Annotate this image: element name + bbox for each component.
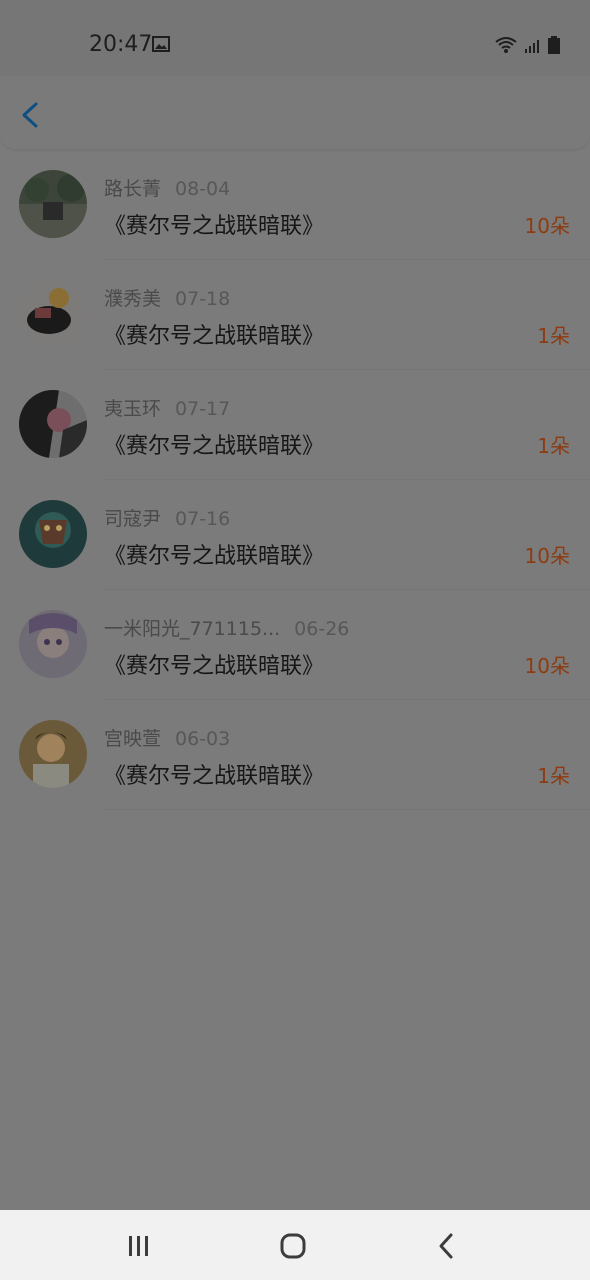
avatar <box>19 170 87 238</box>
item-title: 《赛尔号之战联暗联》 <box>104 214 325 239</box>
item-date: 06-03 <box>175 728 231 750</box>
avatar <box>19 390 87 458</box>
home-icon[interactable] <box>273 1226 313 1266</box>
item-title: 《赛尔号之战联暗联》 <box>104 544 325 569</box>
avatar <box>19 610 87 678</box>
divider <box>104 809 590 810</box>
item-meta: 司寇尹 07-16 <box>104 504 230 531</box>
item-amount: 1朵 <box>537 324 570 348</box>
battery-icon <box>548 36 560 54</box>
item-date: 07-17 <box>175 398 231 420</box>
status-time: 20:47 <box>89 32 153 57</box>
item-date: 07-18 <box>175 288 231 310</box>
gift-list: 路长菁 08-04 《赛尔号之战联暗联》 10朵 濮秀美 07-18 《赛尔号之战联… <box>0 150 590 810</box>
item-date: 06-26 <box>294 618 350 640</box>
item-meta: 夷玉环 07-17 <box>104 394 230 421</box>
signal-icon <box>525 40 539 53</box>
item-amount: 1朵 <box>537 764 570 788</box>
item-title: 《赛尔号之战联暗联》 <box>104 764 325 789</box>
item-amount: 1朵 <box>537 434 570 458</box>
item-meta: 宫映萱 06-03 <box>104 724 230 751</box>
item-meta: 一米阳光_771115... 06-26 <box>104 614 349 641</box>
list-item[interactable]: 一米阳光_771115... 06-26 《赛尔号之战联暗联》 10朵 <box>0 590 590 700</box>
sender-name: 夷玉环 <box>104 398 162 420</box>
wifi-icon <box>495 37 517 53</box>
item-date: 08-04 <box>175 178 231 200</box>
item-amount: 10朵 <box>524 214 570 238</box>
sender-name: 宫映萱 <box>104 728 162 750</box>
sender-name: 路长菁 <box>104 178 162 200</box>
item-meta: 路长菁 08-04 <box>104 174 230 201</box>
status-bar: 20:47 <box>0 0 590 76</box>
avatar <box>19 280 87 348</box>
list-item[interactable]: 宫映萱 06-03 《赛尔号之战联暗联》 1朵 <box>0 700 590 810</box>
list-item[interactable]: 路长菁 08-04 《赛尔号之战联暗联》 10朵 <box>0 150 590 260</box>
system-nav-bar <box>0 1210 590 1280</box>
item-amount: 10朵 <box>524 654 570 678</box>
back-icon[interactable] <box>427 1226 467 1266</box>
chevron-left-icon[interactable] <box>14 98 48 132</box>
list-item[interactable]: 濮秀美 07-18 《赛尔号之战联暗联》 1朵 <box>0 260 590 370</box>
avatar <box>19 500 87 568</box>
recent-apps-icon[interactable] <box>119 1226 159 1266</box>
avatar <box>19 720 87 788</box>
status-icons <box>494 34 560 54</box>
list-item[interactable]: 夷玉环 07-17 《赛尔号之战联暗联》 1朵 <box>0 370 590 480</box>
item-title: 《赛尔号之战联暗联》 <box>104 654 325 679</box>
sender-name: 一米阳光_771115... <box>104 618 281 640</box>
sender-name: 濮秀美 <box>104 288 162 310</box>
list-item[interactable]: 司寇尹 07-16 《赛尔号之战联暗联》 10朵 <box>0 480 590 590</box>
item-title: 《赛尔号之战联暗联》 <box>104 434 325 459</box>
item-title: 《赛尔号之战联暗联》 <box>104 324 325 349</box>
item-date: 07-16 <box>175 508 231 530</box>
item-amount: 10朵 <box>524 544 570 568</box>
header <box>0 76 590 150</box>
gallery-icon <box>152 36 170 52</box>
item-meta: 濮秀美 07-18 <box>104 284 230 311</box>
sender-name: 司寇尹 <box>104 508 162 530</box>
